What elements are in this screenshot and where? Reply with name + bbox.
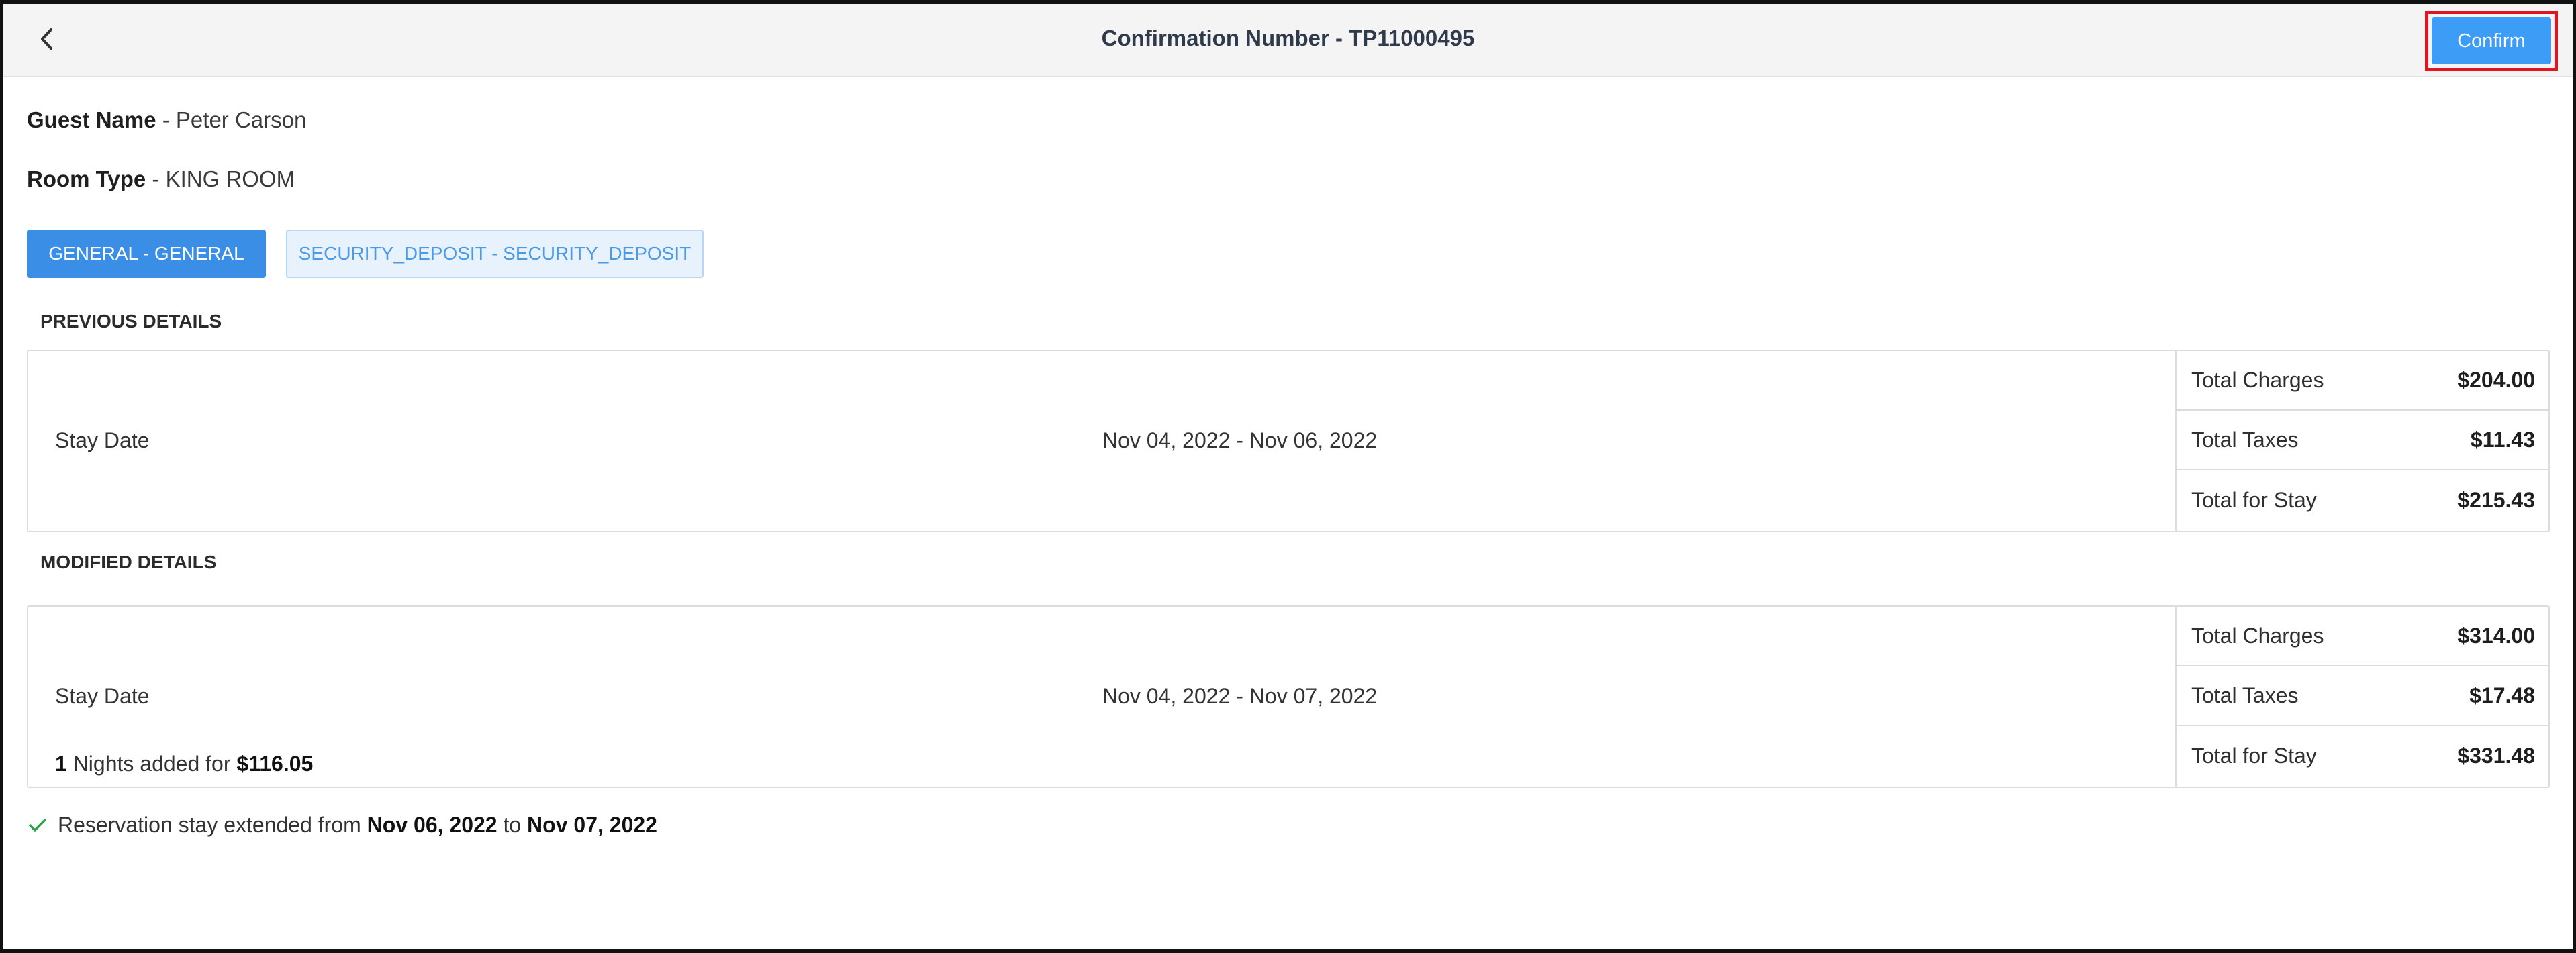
- total-label: Total Taxes: [2191, 683, 2299, 707]
- modified-stay-label: Stay Date: [55, 684, 150, 708]
- total-amount: $11.43: [2470, 428, 2535, 452]
- total-taxes-row: Total Taxes $11.43: [2177, 411, 2550, 470]
- extension-message: Reservation stay extended from Nov 06, 2…: [28, 813, 657, 838]
- total-charges-row: Total Charges $204.00: [2177, 351, 2550, 411]
- guest-name-label: Guest Name: [27, 107, 156, 132]
- total-label: Total Taxes: [2191, 428, 2299, 452]
- total-amount: $314.00: [2457, 623, 2535, 648]
- page-title: Confirmation Number - TP11000495: [1101, 26, 1475, 50]
- previous-stay-value: Nov 04, 2022 - Nov 06, 2022: [1102, 428, 1378, 452]
- room-type-value: - KING ROOM: [152, 166, 295, 191]
- previous-totals: Total Charges $204.00 Total Taxes $11.43…: [2175, 351, 2550, 531]
- confirm-button[interactable]: Confirm: [2432, 17, 2551, 64]
- modified-details-box: Stay Date Nov 04, 2022 - Nov 07, 2022 1 …: [27, 605, 2550, 788]
- modified-totals: Total Charges $314.00 Total Taxes $17.48…: [2175, 607, 2550, 787]
- modified-stay-value: Nov 04, 2022 - Nov 07, 2022: [1102, 684, 1378, 708]
- previous-stay-label: Stay Date: [55, 428, 150, 452]
- extension-to-date: Nov 07, 2022: [527, 813, 657, 837]
- extension-from-date: Nov 06, 2022: [367, 813, 497, 837]
- total-for-stay-row: Total for Stay $331.48: [2177, 726, 2550, 786]
- extension-to-word: to: [503, 813, 522, 837]
- nights-amount: $116.05: [236, 752, 314, 776]
- total-label: Total Charges: [2191, 623, 2324, 648]
- previous-details-title: PREVIOUS DETAILS: [40, 311, 222, 332]
- total-amount: $17.48: [2469, 683, 2535, 707]
- total-label: Total for Stay: [2191, 488, 2317, 512]
- total-for-stay-row: Total for Stay $215.43: [2177, 470, 2550, 530]
- total-taxes-row: Total Taxes $17.48: [2177, 666, 2550, 726]
- total-label: Total for Stay: [2191, 744, 2317, 768]
- previous-details-box: Stay Date Nov 04, 2022 - Nov 06, 2022 To…: [27, 350, 2550, 532]
- extension-prefix: Reservation stay extended from: [58, 813, 361, 837]
- check-icon: [29, 818, 46, 832]
- total-charges-row: Total Charges $314.00: [2177, 607, 2550, 666]
- header-bar: Confirmation Number - TP11000495 Confirm: [3, 4, 2573, 77]
- guest-name-row: Guest Name - Peter Carson: [27, 107, 306, 133]
- nights-added-text: 1 Nights added for $116.05: [55, 752, 313, 776]
- total-amount: $215.43: [2457, 488, 2535, 512]
- modified-details-title: MODIFIED DETAILS: [40, 552, 217, 572]
- room-type-row: Room Type - KING ROOM: [27, 166, 295, 192]
- room-type-label: Room Type: [27, 166, 146, 191]
- nights-label: Nights added for: [73, 752, 231, 776]
- total-label: Total Charges: [2191, 368, 2324, 392]
- nights-count: 1: [55, 752, 67, 776]
- guest-name-value: - Peter Carson: [162, 107, 307, 132]
- tab-general[interactable]: GENERAL - GENERAL: [27, 230, 266, 278]
- tab-security-deposit[interactable]: SECURITY_DEPOSIT - SECURITY_DEPOSIT: [286, 230, 704, 278]
- confirm-highlight: Confirm: [2425, 11, 2558, 71]
- total-amount: $331.48: [2457, 744, 2535, 768]
- total-amount: $204.00: [2457, 368, 2535, 392]
